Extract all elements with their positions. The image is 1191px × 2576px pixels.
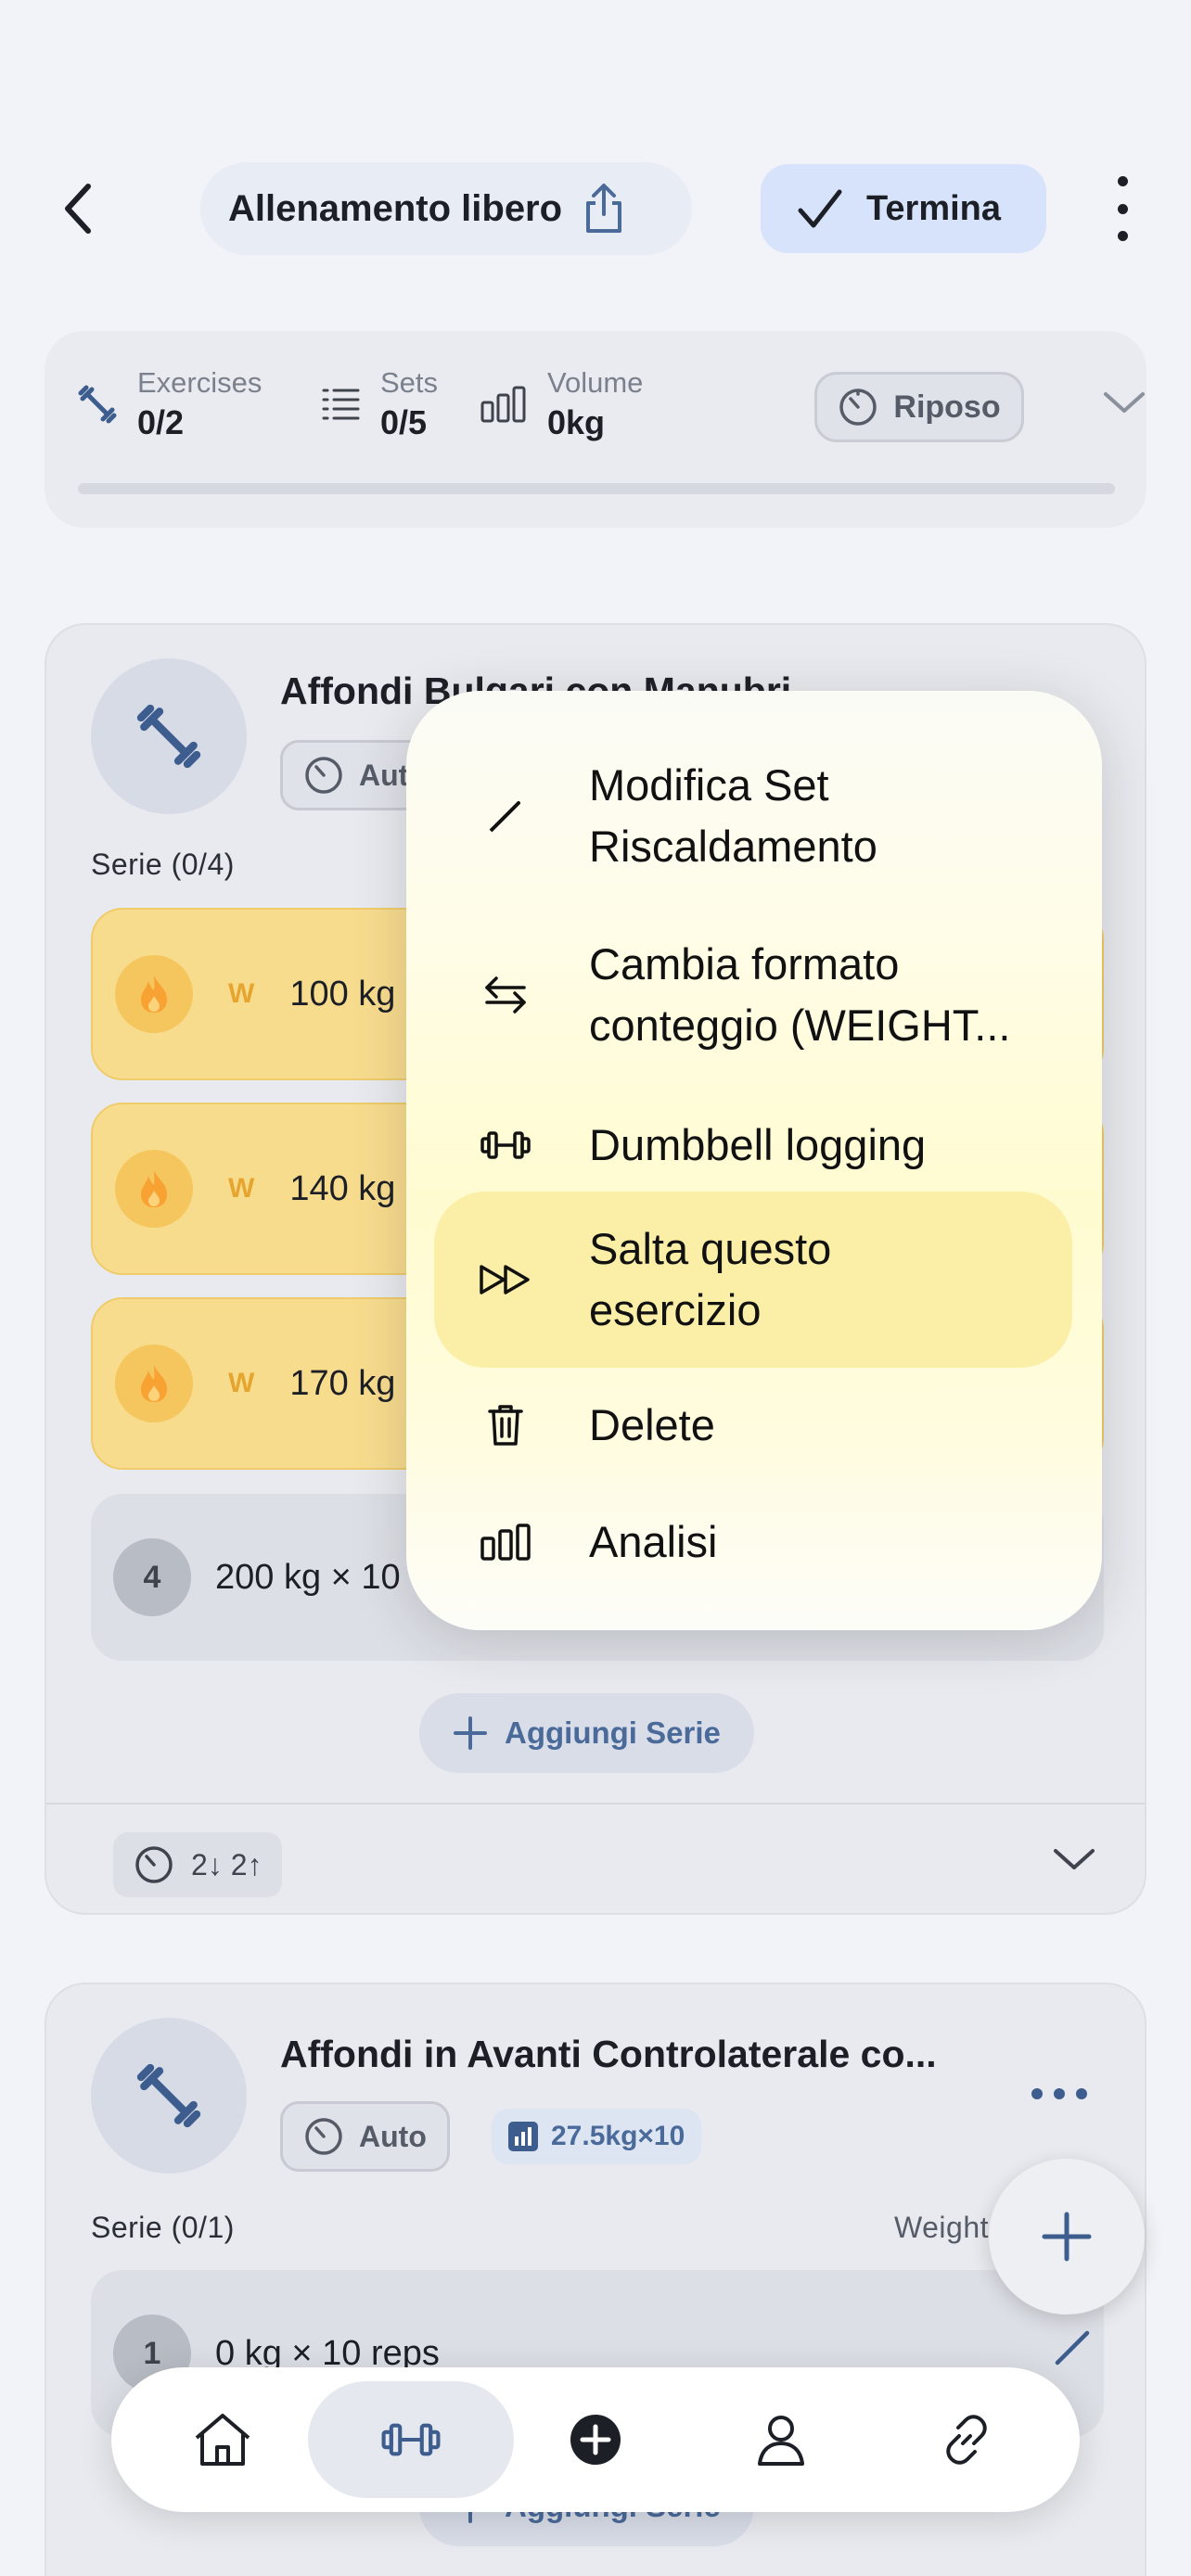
more-vertical-icon[interactable] [1104,176,1141,241]
exercise-context-menu: Modifica Set Riscaldamento Cambia formato… [406,691,1102,1630]
previous-best-label: 27.5kg×10 [551,2121,685,2151]
workout-progress-bar [78,483,1115,494]
warmup-tag: W [228,978,255,1009]
flame-icon [115,1345,193,1422]
auto-rest-chip[interactable]: Auto [280,2101,450,2172]
chevron-down-icon[interactable] [1102,389,1146,416]
card-footer: 2↓ 2↑ [46,1803,1145,1913]
series-count-label: Serie (0/4) [91,848,235,881]
set-number-badge: 4 [113,1538,191,1616]
menu-item-label: Cambia formato conteggio (WEIGHT... [589,939,1011,1050]
flame-icon [115,1150,193,1228]
bottom-navigation [111,2367,1080,2512]
finish-label: Termina [866,188,1002,228]
stat-volume: Volume 0kg [480,366,643,442]
stat-sets-label: Sets [380,366,439,399]
plus-circle-icon [570,2415,621,2465]
rest-label: Riposo [893,389,1001,425]
nav-home[interactable] [167,2384,278,2495]
dumbbell-icon [381,2423,441,2456]
rest-timer-button[interactable]: Riposo [814,372,1024,442]
rest-timer-chip[interactable]: 2↓ 2↑ [113,1832,283,1897]
timer-icon [135,1846,173,1883]
warmup-tag: W [228,1368,255,1398]
stat-volume-value: 0kg [547,403,606,441]
exercise-avatar [91,2018,247,2174]
bar-chart-icon [478,1524,533,1561]
bar-chart-icon [480,386,526,423]
timer-icon [839,389,877,426]
set-summary: 140 kg [289,1168,396,1208]
set-summary: 200 kg × 10 [215,1557,401,1597]
pencil-icon[interactable] [1052,2327,1093,2368]
stat-sets: Sets 0/5 [321,366,438,442]
add-series-button[interactable]: Aggiungi Serie [419,1693,754,1773]
dumbbell-diagonal-icon [78,385,117,424]
previous-best-chip[interactable]: 27.5kg×10 [492,2109,702,2164]
nav-workout[interactable] [355,2384,467,2495]
weight-column-label: Weight [894,2211,990,2244]
nav-link[interactable] [911,2384,1022,2495]
flame-icon [115,955,193,1033]
nav-profile[interactable] [725,2384,837,2495]
share-icon[interactable] [583,183,625,235]
menu-item-dumbbell-logging[interactable]: Dumbbell logging [406,1099,1102,1192]
warmup-tag: W [228,1173,255,1204]
dumbbell-diagonal-icon [136,704,201,769]
stats-card: Exercises 0/2 Sets 0/5 Volume 0kg Riposo [45,331,1146,528]
link-icon [946,2415,987,2465]
home-icon [195,2414,250,2466]
swap-arrows-icon [478,973,533,1017]
back-button[interactable] [46,172,111,246]
menu-item-change-format[interactable]: Cambia formato conteggio (WEIGHT... [406,925,1102,1065]
set-summary: 100 kg [289,974,396,1014]
stat-exercises-label: Exercises [137,366,263,399]
rest-timer-label: 2↓ 2↑ [191,1847,263,1881]
stat-exercises-value: 0/2 [137,403,185,441]
skip-forward-icon [478,1263,533,1296]
stats-icon [508,2122,538,2151]
menu-item-edit-warmup[interactable]: Modifica Set Riscaldamento [406,746,1102,886]
exercise-avatar [91,658,247,814]
check-icon [798,189,842,228]
add-exercise-fab[interactable] [989,2159,1145,2315]
workout-title-pill[interactable]: Allenamento libero [200,162,692,255]
menu-item-label: Dumbbell logging [589,1120,927,1169]
series-count-label: Serie (0/1) [91,2211,235,2244]
stat-volume-label: Volume [547,366,644,399]
timer-icon [305,2118,342,2155]
list-icon [322,389,360,420]
menu-item-analysis[interactable]: Analisi [406,1496,1102,1588]
chevron-down-icon[interactable] [1052,1845,1096,1873]
exercise-title: Affondi in Avanti Controlaterale co... [280,2033,937,2075]
menu-item-delete[interactable]: Delete [406,1379,1102,1472]
menu-item-label: Analisi [589,1517,718,1566]
plus-icon [1042,2212,1092,2262]
menu-item-skip-exercise[interactable]: Salta questo esercizio [406,1210,1102,1349]
add-series-label: Aggiungi Serie [505,1715,721,1750]
more-horizontal-icon[interactable] [1031,2088,1087,2099]
pencil-icon [478,797,533,835]
timer-icon [305,757,342,794]
menu-item-label: Delete [589,1400,715,1449]
back-icon [65,184,91,234]
dumbbell-icon [478,1129,533,1161]
set-summary: 170 kg [289,1363,396,1403]
menu-item-label: Salta questo esercizio [589,1224,832,1334]
plus-icon [454,1716,487,1750]
profile-icon [758,2416,804,2466]
dumbbell-diagonal-icon [136,2063,201,2128]
finish-button[interactable]: Termina [761,164,1046,253]
nav-add[interactable] [540,2384,651,2495]
workout-title: Allenamento libero [228,187,563,229]
menu-item-label: Modifica Set Riscaldamento [589,760,877,871]
trash-icon [478,1403,533,1447]
auto-label: Auto [359,2119,427,2153]
stat-sets-value: 0/5 [380,403,428,441]
stat-exercises: Exercises 0/2 [78,366,262,442]
